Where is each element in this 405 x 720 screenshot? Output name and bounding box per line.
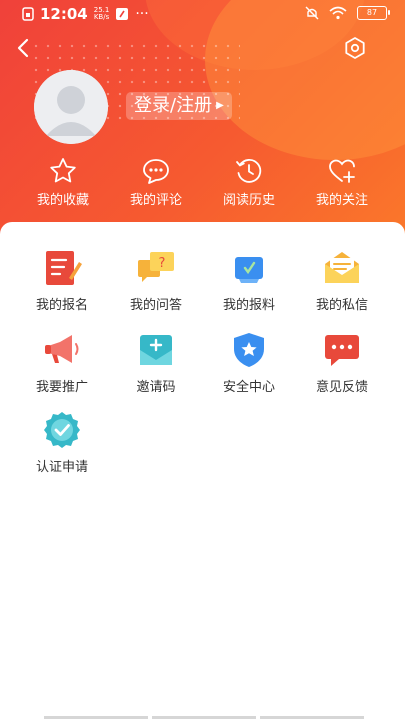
grid-item-security-label: 安全中心 — [222, 380, 275, 395]
grid-item-signup[interactable]: 我的报名 — [16, 248, 108, 313]
heart-plus-icon — [329, 159, 355, 183]
back-icon[interactable] — [12, 34, 36, 62]
default-avatar-icon — [34, 70, 108, 144]
settings-icon[interactable] — [343, 36, 367, 60]
feedback-icon — [325, 335, 359, 366]
menu-card: 我的报名 ? 我的问答 我的报料 我的私信 我要推广 邀请码 安全中心 意见反馈… — [0, 222, 405, 720]
quick-history[interactable]: 阅读历史 — [209, 156, 289, 208]
speed-unit: KB/s — [93, 13, 110, 21]
quick-comments[interactable]: 我的评论 — [116, 156, 196, 208]
app-notification-icon — [116, 8, 129, 20]
avatar[interactable] — [34, 70, 108, 144]
sim-icon — [22, 7, 34, 21]
grid-item-verification-label: 认证申请 — [35, 460, 88, 475]
network-speed: 25.1 KB/s — [94, 7, 110, 21]
wifi-icon — [329, 6, 347, 20]
comment-icon — [143, 159, 169, 184]
status-bar: 12:04 25.1 KB/s ··· 87 — [0, 0, 405, 28]
battery-indicator: 87 — [357, 6, 390, 20]
login-register-label: 登录/注册 — [134, 95, 213, 116]
grid-item-signup-label: 我的报名 — [35, 298, 88, 313]
quick-favorites-label: 我的收藏 — [36, 193, 89, 208]
bottom-indicator — [44, 716, 364, 719]
shield-icon — [234, 333, 264, 367]
quick-history-label: 阅读历史 — [222, 193, 275, 208]
mute-icon — [305, 6, 319, 20]
grid-item-messages-label: 我的私信 — [315, 298, 368, 313]
megaphone-icon — [45, 335, 79, 363]
quick-favorites[interactable]: 我的收藏 — [23, 156, 103, 208]
more-notifications: ··· — [135, 6, 149, 22]
svg-text:?: ? — [159, 256, 166, 271]
grid-item-report[interactable]: 我的报料 — [203, 248, 295, 313]
profile-header: 12:04 25.1KB/s ··· 87 登录/注册 ▶ 我的收藏 我的评论 — [0, 0, 405, 260]
grid-item-report-label: 我的报料 — [222, 298, 275, 313]
caret-right-icon: ▶ — [216, 100, 224, 111]
verify-badge-icon — [44, 412, 80, 448]
login-register-button[interactable]: 登录/注册 ▶ — [126, 92, 232, 120]
invite-icon — [140, 335, 172, 365]
grid-item-feedback-label: 意见反馈 — [315, 380, 368, 395]
grid-item-invite-code-label: 邀请码 — [136, 380, 176, 395]
quick-following-label: 我的关注 — [315, 193, 368, 208]
history-icon — [236, 158, 262, 183]
report-icon — [235, 257, 263, 283]
quick-comments-label: 我的评论 — [129, 193, 182, 208]
status-time: 12:04 — [40, 5, 88, 23]
signup-icon — [46, 251, 82, 285]
grid-item-verification[interactable]: 认证申请 — [16, 410, 108, 475]
qa-icon: ? — [138, 252, 174, 282]
grid-item-qa-label: 我的问答 — [129, 298, 182, 313]
grid-item-invite-code[interactable]: 邀请码 — [110, 330, 202, 395]
star-icon — [50, 158, 76, 183]
grid-item-feedback[interactable]: 意见反馈 — [296, 330, 388, 395]
grid-item-security[interactable]: 安全中心 — [203, 330, 295, 395]
quick-following[interactable]: 我的关注 — [302, 156, 382, 208]
grid-item-promote[interactable]: 我要推广 — [16, 330, 108, 395]
grid-item-qa[interactable]: ? 我的问答 — [110, 248, 202, 313]
grid-item-messages[interactable]: 我的私信 — [296, 248, 388, 313]
mail-icon — [325, 252, 359, 283]
grid-item-promote-label: 我要推广 — [35, 380, 88, 395]
